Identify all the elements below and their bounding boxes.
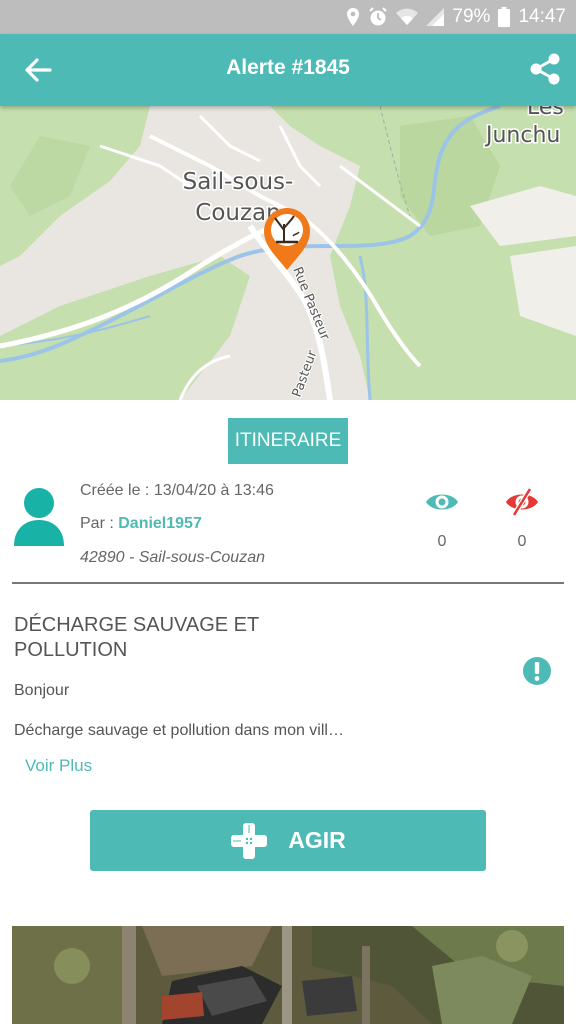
share-icon[interactable] (528, 52, 562, 86)
author-line: Par : Daniel1957 (80, 515, 202, 533)
page-title: Alerte #1845 (226, 56, 350, 79)
created-date: Créée le : 13/04/20 à 13:46 (80, 482, 274, 499)
battery-icon (498, 7, 511, 27)
location-pin-icon (347, 8, 360, 26)
act-button-label: AGIR (288, 827, 346, 853)
clock: 14:47 (518, 6, 566, 27)
alert-description: Décharge sauvage et pollution dans mon v… (14, 722, 344, 739)
eye-icon[interactable] (425, 488, 459, 516)
user-avatar-icon (14, 488, 64, 546)
alarm-icon (369, 7, 388, 26)
itinerary-button[interactable]: ITINERAIRE (228, 418, 348, 464)
battery-percent: 79% (452, 6, 491, 27)
map-label-place-partial: Les (527, 106, 564, 120)
status-bar: 79% 14:47 (0, 0, 576, 34)
alert-location: 42890 - Sail-sous-Couzan (80, 549, 265, 566)
read-more-link[interactable]: Voir Plus (25, 756, 92, 776)
map-label-place: Junchu (484, 123, 560, 148)
signal-icon (426, 8, 445, 26)
wifi-icon (396, 8, 419, 25)
app-bar: Alerte #1845 (0, 34, 576, 106)
location-map[interactable]: Sail-sous- Couzan Junchu Les Rue Pasteur… (0, 106, 576, 400)
divider (12, 582, 564, 584)
bandage-cross-icon (231, 822, 268, 859)
alert-photo[interactable] (12, 926, 564, 1024)
author-label: Par : (80, 515, 119, 532)
author-name[interactable]: Daniel1957 (118, 515, 202, 532)
alert-greeting: Bonjour (14, 682, 70, 699)
alert-title: DÉCHARGE SAUVAGE ET POLLUTION (14, 614, 259, 661)
act-button[interactable]: AGIR (90, 810, 486, 871)
hidden-count: 0 (517, 533, 527, 550)
eye-slash-icon[interactable] (505, 488, 539, 516)
views-count: 0 (437, 533, 447, 550)
exclamation-icon[interactable] (522, 656, 552, 686)
map-label-town: Sail-sous- (183, 169, 294, 195)
